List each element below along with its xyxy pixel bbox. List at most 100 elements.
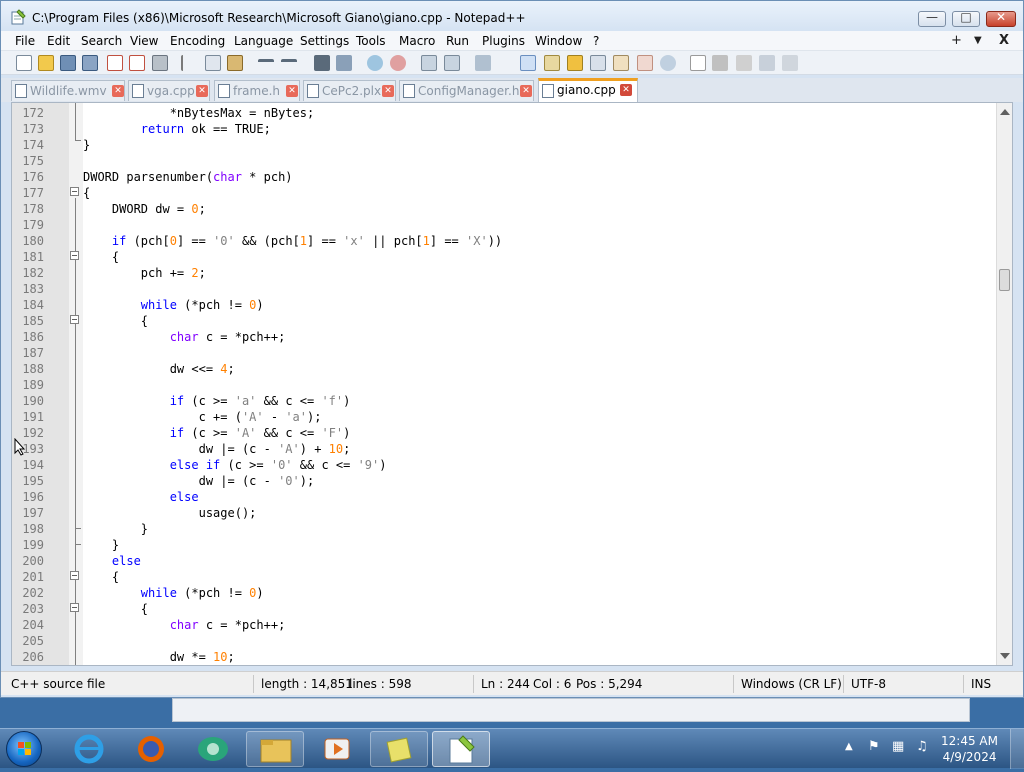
code-line[interactable]: dw |= (c - 'A') + 10;	[83, 441, 996, 457]
show-all-chars-icon[interactable]	[498, 55, 514, 71]
code-line[interactable]: {	[83, 313, 996, 329]
tab-close-icon[interactable]: ✕	[520, 85, 532, 97]
tab-wildlife-wmv[interactable]: Wildlife.wmv ✕	[11, 80, 125, 101]
menu-language[interactable]: Language	[234, 34, 293, 48]
monitoring-icon[interactable]	[637, 55, 653, 71]
new-tab-icon[interactable]: +	[951, 33, 962, 48]
menu-search[interactable]: Search	[81, 34, 122, 48]
replace-icon[interactable]	[336, 55, 352, 71]
code-line[interactable]	[83, 217, 996, 233]
word-wrap-icon[interactable]	[475, 55, 491, 71]
menu-plugins[interactable]: Plugins	[482, 34, 525, 48]
code-line[interactable]: else	[83, 553, 996, 569]
explorer-taskbar[interactable]	[246, 731, 304, 767]
code-line[interactable]: char c = *pch++;	[83, 329, 996, 345]
media-player-taskbar[interactable]	[308, 731, 366, 767]
minimize-button[interactable]: —	[918, 10, 946, 27]
notepadpp-taskbar[interactable]	[432, 731, 490, 767]
find-icon[interactable]	[314, 55, 330, 71]
code-line[interactable]	[83, 153, 996, 169]
code-line[interactable]: }	[83, 537, 996, 553]
copy-icon[interactable]	[205, 55, 221, 71]
code-line[interactable]: while (*pch != 0)	[83, 297, 996, 313]
tab-close-icon[interactable]: ✕	[382, 85, 394, 97]
close-all-icon[interactable]	[129, 55, 145, 71]
menu-run[interactable]: Run	[446, 34, 469, 48]
scroll-up-icon[interactable]	[1000, 109, 1010, 115]
udl-icon[interactable]	[544, 55, 560, 71]
menu-file[interactable]: File	[15, 34, 35, 48]
playback-macro-icon[interactable]	[736, 55, 752, 71]
sticky-notes-taskbar[interactable]	[370, 731, 428, 767]
code-line[interactable]	[83, 345, 996, 361]
code-line[interactable]: dw |= (c - '0');	[83, 473, 996, 489]
network-icon[interactable]: ▦	[892, 739, 904, 754]
show-desktop-button[interactable]	[1010, 729, 1024, 769]
function-list-icon[interactable]	[590, 55, 606, 71]
scroll-down-icon[interactable]	[1000, 653, 1010, 659]
show-hidden-icons-icon[interactable]: ▲	[845, 741, 853, 752]
code-line[interactable]: *nBytesMax = nBytes;	[83, 105, 996, 121]
tab-vga-cpp[interactable]: vga.cpp ✕	[128, 80, 210, 101]
sync-vertical-icon[interactable]	[421, 55, 437, 71]
zoom-in-icon[interactable]	[367, 55, 383, 71]
menu-view[interactable]: View	[130, 34, 158, 48]
code-line[interactable]: dw <<= 4;	[83, 361, 996, 377]
insert-mode-status[interactable]: INS	[971, 677, 991, 691]
system-clock[interactable]: 12:45 AM 4/9/2024	[941, 733, 998, 765]
code-line[interactable]: DWORD dw = 0;	[83, 201, 996, 217]
fold-toggle-icon[interactable]	[70, 571, 79, 580]
eol-status[interactable]: Windows (CR LF)	[741, 677, 842, 691]
code-line[interactable]: while (*pch != 0)	[83, 585, 996, 601]
code-line[interactable]: DWORD parsenumber(char * pch)	[83, 169, 996, 185]
tab-close-icon[interactable]: ✕	[196, 85, 208, 97]
code-line[interactable]: c += ('A' - 'a');	[83, 409, 996, 425]
code-line[interactable]: {	[83, 185, 996, 201]
doc-map-icon[interactable]	[567, 55, 583, 71]
menu-encoding[interactable]: Encoding	[170, 34, 225, 48]
code-line[interactable]	[83, 633, 996, 649]
menu-edit[interactable]: Edit	[47, 34, 70, 48]
code-line[interactable]: char c = *pch++;	[83, 617, 996, 633]
save-all-icon[interactable]	[82, 55, 98, 71]
fold-toggle-icon[interactable]	[70, 603, 79, 612]
save-icon[interactable]	[60, 55, 76, 71]
start-button[interactable]	[6, 731, 42, 767]
tab-close-icon[interactable]: ✕	[286, 85, 298, 97]
code-line[interactable]: {	[83, 569, 996, 585]
zoom-out-icon[interactable]	[390, 55, 406, 71]
code-line[interactable]: }	[83, 137, 996, 153]
code-line[interactable]	[83, 377, 996, 393]
messenger-taskbar[interactable]	[184, 731, 242, 767]
code-line[interactable]: if (c >= 'a' && c <= 'f')	[83, 393, 996, 409]
tab-frame-h[interactable]: frame.h ✕	[214, 80, 300, 101]
code-line[interactable]: return ok == TRUE;	[83, 121, 996, 137]
volume-muted-icon[interactable]: ♫	[916, 739, 928, 754]
code-line[interactable]: dw *= 10;	[83, 649, 996, 665]
tab-cepc2-plx[interactable]: CePc2.plx ✕	[303, 80, 396, 101]
code-line[interactable]: else if (c >= '0' && c <= '9')	[83, 457, 996, 473]
tab-close-icon[interactable]: ✕	[620, 84, 632, 96]
code-line[interactable]: else	[83, 489, 996, 505]
menu-tools[interactable]: Tools	[356, 34, 386, 48]
tab-list-icon[interactable]: ▼	[974, 35, 982, 46]
stop-macro-icon[interactable]	[712, 55, 728, 71]
action-center-flag-icon[interactable]: ⚑	[868, 739, 880, 754]
indent-guide-icon[interactable]	[520, 55, 536, 71]
code-line[interactable]: usage();	[83, 505, 996, 521]
menu-window[interactable]: Window	[535, 34, 582, 48]
code-line[interactable]: if (pch[0] == '0' && (pch[1] == 'x' || p…	[83, 233, 996, 249]
tab-configmanager-h[interactable]: ConfigManager.h ✕	[399, 80, 534, 101]
code-line[interactable]: if (c >= 'A' && c <= 'F')	[83, 425, 996, 441]
paste-icon[interactable]	[227, 55, 243, 71]
print-icon[interactable]	[152, 55, 168, 71]
eye-icon[interactable]	[660, 55, 676, 71]
close-file-icon[interactable]	[107, 55, 123, 71]
code-line[interactable]: pch += 2;	[83, 265, 996, 281]
code-text-area[interactable]: *nBytesMax = nBytes; return ok == TRUE;}…	[83, 103, 996, 665]
code-line[interactable]: {	[83, 601, 996, 617]
fold-toggle-icon[interactable]	[70, 187, 79, 196]
maximize-button[interactable]: □	[952, 10, 980, 27]
internet-explorer-taskbar[interactable]	[60, 731, 118, 767]
code-line[interactable]: }	[83, 521, 996, 537]
